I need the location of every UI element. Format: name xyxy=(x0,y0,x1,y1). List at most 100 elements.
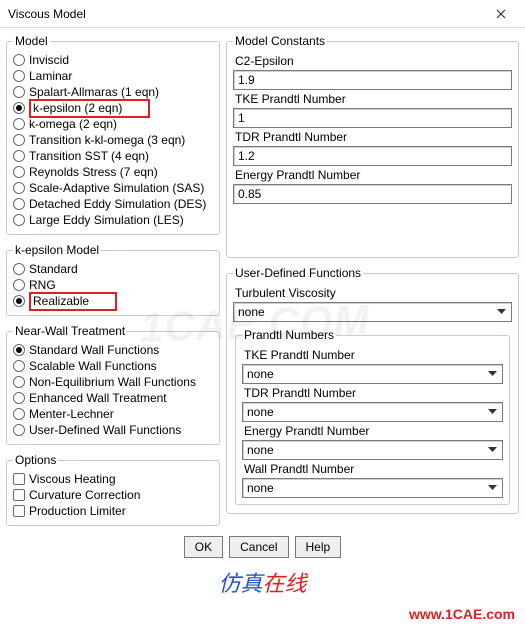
checkbox-option[interactable]: Viscous Heating xyxy=(13,471,213,487)
group-ke-legend: k-epsilon Model xyxy=(13,243,101,257)
radio-option[interactable]: Scale-Adaptive Simulation (SAS) xyxy=(13,180,213,196)
radio-option[interactable]: Inviscid xyxy=(13,52,213,68)
radio-icon xyxy=(13,86,25,98)
close-icon xyxy=(496,9,506,19)
radio-label: Large Eddy Simulation (LES) xyxy=(29,212,184,228)
radio-icon xyxy=(13,70,25,82)
ok-button[interactable]: OK xyxy=(184,536,223,558)
radio-option[interactable]: Transition SST (4 eqn) xyxy=(13,148,213,164)
radio-icon xyxy=(13,360,25,372)
radio-label: Standard Wall Functions xyxy=(29,342,159,358)
group-prandtl: Prandtl Numbers TKE Prandtl Number none TD… xyxy=(235,328,510,505)
text-input[interactable] xyxy=(233,108,512,128)
field-label: TKE Prandtl Number xyxy=(244,348,503,362)
checkbox-icon xyxy=(13,473,25,485)
radio-label: Inviscid xyxy=(29,52,69,68)
chevron-down-icon xyxy=(484,404,500,420)
radio-label: Standard xyxy=(29,261,78,277)
radio-option[interactable]: k-omega (2 eqn) xyxy=(13,116,213,132)
radio-option[interactable]: User-Defined Wall Functions xyxy=(13,422,213,438)
checkbox-icon xyxy=(13,489,25,501)
checkbox-label: Viscous Heating xyxy=(29,471,116,487)
dropdown[interactable]: none xyxy=(242,440,503,460)
group-model-legend: Model xyxy=(13,34,50,48)
radio-label: Realizable xyxy=(29,293,117,309)
text-input[interactable] xyxy=(233,184,512,204)
cancel-button[interactable]: Cancel xyxy=(229,536,288,558)
radio-option[interactable]: Standard xyxy=(13,261,213,277)
text-input[interactable] xyxy=(233,70,512,90)
radio-option[interactable]: RNG xyxy=(13,277,213,293)
dropdown[interactable]: none xyxy=(242,478,503,498)
radio-option[interactable]: Large Eddy Simulation (LES) xyxy=(13,212,213,228)
radio-icon xyxy=(13,263,25,275)
close-button[interactable] xyxy=(485,3,517,25)
radio-option[interactable]: Laminar xyxy=(13,68,213,84)
radio-label: k-omega (2 eqn) xyxy=(29,116,117,132)
radio-icon xyxy=(13,166,25,178)
radio-option[interactable]: Menter-Lechner xyxy=(13,406,213,422)
radio-label: Transition SST (4 eqn) xyxy=(29,148,149,164)
checkbox-option[interactable]: Production Limiter xyxy=(13,503,213,519)
radio-label: Laminar xyxy=(29,68,72,84)
group-udf-legend: User-Defined Functions xyxy=(233,266,363,280)
checkbox-label: Production Limiter xyxy=(29,503,126,519)
group-udf: User-Defined Functions Turbulent Viscosi… xyxy=(226,266,519,514)
radio-option[interactable]: Scalable Wall Functions xyxy=(13,358,213,374)
radio-icon xyxy=(13,102,25,114)
radio-option[interactable]: Standard Wall Functions xyxy=(13,342,213,358)
radio-icon xyxy=(13,198,25,210)
chevron-down-icon xyxy=(484,480,500,496)
chevron-down-icon xyxy=(484,366,500,382)
turb-visc-label: Turbulent Viscosity xyxy=(235,286,512,300)
radio-label: User-Defined Wall Functions xyxy=(29,422,181,438)
field-label: Energy Prandtl Number xyxy=(244,424,503,438)
radio-option[interactable]: Reynolds Stress (7 eqn) xyxy=(13,164,213,180)
radio-option[interactable]: k-epsilon (2 eqn) xyxy=(13,100,213,116)
radio-label: Scale-Adaptive Simulation (SAS) xyxy=(29,180,204,196)
radio-label: Scalable Wall Functions xyxy=(29,358,157,374)
radio-icon xyxy=(13,279,25,291)
radio-icon xyxy=(13,134,25,146)
radio-icon xyxy=(13,408,25,420)
field-label: TDR Prandtl Number xyxy=(244,386,503,400)
radio-icon xyxy=(13,182,25,194)
group-near-wall: Near-Wall Treatment Standard Wall Functi… xyxy=(6,324,220,445)
dropdown[interactable]: none xyxy=(242,364,503,384)
checkbox-label: Curvature Correction xyxy=(29,487,140,503)
turb-visc-value: none xyxy=(238,305,265,319)
radio-icon xyxy=(13,344,25,356)
group-prandtl-legend: Prandtl Numbers xyxy=(242,328,336,342)
radio-option[interactable]: Spalart-Allmaras (1 eqn) xyxy=(13,84,213,100)
help-button[interactable]: Help xyxy=(295,536,342,558)
dropdown-value: none xyxy=(247,481,274,495)
dropdown[interactable]: none xyxy=(242,402,503,422)
group-opt-legend: Options xyxy=(13,453,58,467)
footer-url: www.1CAE.com xyxy=(409,606,515,622)
titlebar: Viscous Model xyxy=(0,0,525,28)
group-model: Model InviscidLaminarSpalart-Allmaras (1… xyxy=(6,34,220,235)
radio-option[interactable]: Detached Eddy Simulation (DES) xyxy=(13,196,213,212)
radio-label: Enhanced Wall Treatment xyxy=(29,390,167,406)
chevron-down-icon xyxy=(493,304,509,320)
radio-option[interactable]: Non-Equilibrium Wall Functions xyxy=(13,374,213,390)
radio-icon xyxy=(13,214,25,226)
text-input[interactable] xyxy=(233,146,512,166)
group-const-legend: Model Constants xyxy=(233,34,327,48)
turb-visc-dropdown[interactable]: none xyxy=(233,302,512,322)
checkbox-option[interactable]: Curvature Correction xyxy=(13,487,213,503)
radio-label: Non-Equilibrium Wall Functions xyxy=(29,374,196,390)
checkbox-icon xyxy=(13,505,25,517)
radio-option[interactable]: Transition k-kl-omega (3 eqn) xyxy=(13,132,213,148)
field-label: TDR Prandtl Number xyxy=(235,130,512,144)
dropdown-value: none xyxy=(247,443,274,457)
radio-label: RNG xyxy=(29,277,56,293)
dropdown-value: none xyxy=(247,367,274,381)
chevron-down-icon xyxy=(484,442,500,458)
field-label: Wall Prandtl Number xyxy=(244,462,503,476)
group-options: Options Viscous HeatingCurvature Correct… xyxy=(6,453,220,526)
radio-label: Transition k-kl-omega (3 eqn) xyxy=(29,132,185,148)
radio-label: Menter-Lechner xyxy=(29,406,114,422)
radio-option[interactable]: Realizable xyxy=(13,293,213,309)
radio-option[interactable]: Enhanced Wall Treatment xyxy=(13,390,213,406)
